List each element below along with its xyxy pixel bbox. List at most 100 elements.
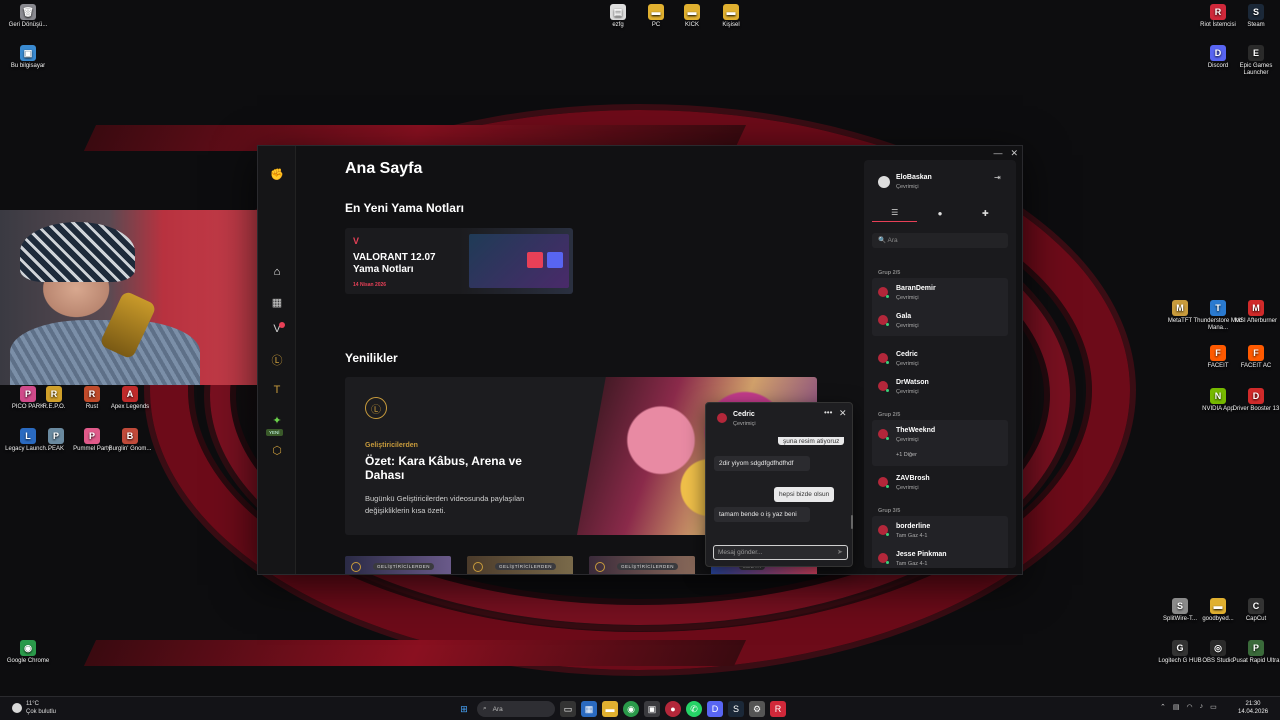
- send-icon[interactable]: ➤: [837, 548, 843, 556]
- news-description: Bugünkü Geliştiricilerden videosunda pay…: [365, 494, 525, 515]
- close-icon[interactable]: ✕: [839, 408, 847, 419]
- desktop-icon[interactable]: ▬ Kişisel: [703, 4, 759, 29]
- chevron-up-icon[interactable]: ⌃: [1160, 703, 1166, 711]
- group-label: Grup 2/5: [878, 270, 901, 276]
- patch-art-image: [469, 234, 569, 288]
- wallpaper-bar-bottom: [83, 640, 747, 666]
- tab-messages[interactable]: ●: [917, 204, 962, 222]
- friend-name: DrWatson: [896, 379, 929, 386]
- patch-notes-card[interactable]: V VALORANT 12.07 Yama Notları 14 Nisan 2…: [345, 228, 573, 294]
- group-label: Grup 2/5: [878, 412, 901, 418]
- desktop-icon[interactable]: ◉ Google Chrome: [0, 640, 56, 665]
- widgets-icon[interactable]: ▦: [581, 701, 597, 717]
- desktop-app-icon: ▬: [648, 4, 664, 20]
- volume-icon[interactable]: ♪: [1200, 703, 1204, 711]
- desktop-icon[interactable]: S Steam: [1228, 4, 1280, 29]
- desktop-icon[interactable]: C CapCut: [1228, 598, 1280, 623]
- desktop-app-icon: T: [1210, 300, 1226, 316]
- desktop-icon[interactable]: M MSI Afterburner: [1228, 300, 1280, 325]
- steam-icon[interactable]: S: [728, 701, 744, 717]
- system-tray: ⌃ ▤ ◠ ♪ ▭: [1160, 703, 1217, 711]
- network-icon[interactable]: ▤: [1173, 703, 1180, 711]
- friends-panel: EloBaskan Çevrimiçi ⇥ ☰ ● ✚ 🔍 Ara Grup 2…: [864, 160, 1016, 568]
- lol-icon[interactable]: Ⓛ: [269, 352, 285, 368]
- lol-logo-icon: [473, 562, 483, 572]
- store-icon[interactable]: ▣: [644, 701, 660, 717]
- battery-icon[interactable]: ▭: [1210, 703, 1217, 711]
- settings-icon[interactable]: ⚙: [749, 701, 765, 717]
- tab-add-friend[interactable]: ✚: [963, 204, 1008, 222]
- app-icon[interactable]: ●: [665, 701, 681, 717]
- more-options-icon[interactable]: •••: [824, 408, 832, 417]
- search-icon: ⌕: [483, 705, 487, 712]
- friends-search-input[interactable]: 🔍 Ara: [872, 233, 1008, 248]
- friend-name: TheWeeknd: [896, 427, 936, 434]
- desktop-icon[interactable]: E Epic Games Launcher: [1228, 45, 1280, 77]
- avatar: [878, 315, 889, 326]
- friend-status: Çevrimiçi: [896, 361, 919, 367]
- riot-client-icon[interactable]: R: [770, 701, 786, 717]
- chat-scrollbar[interactable]: [851, 515, 853, 529]
- my-status[interactable]: Çevrimiçi: [896, 184, 919, 190]
- desktop-icon[interactable]: ▣ Bu bilgisayar: [0, 45, 56, 70]
- desktop-icon[interactable]: D Driver Booster 13: [1228, 388, 1280, 413]
- friend-name: ZAVBrosh: [896, 475, 930, 482]
- weather-temp: 11°C: [26, 701, 39, 707]
- whatsapp-icon[interactable]: ✆: [686, 701, 702, 717]
- clock-date: 14.04.2026: [1238, 709, 1269, 716]
- group-more-members[interactable]: +1 Diğer: [896, 452, 917, 458]
- chat-contact-name: Cedric: [733, 411, 755, 418]
- task-view-icon[interactable]: ▭: [560, 701, 576, 717]
- start-icon[interactable]: ⊞: [456, 701, 472, 717]
- list-icon: ☰: [891, 208, 899, 217]
- nav-rail: ✊ ⌂ ▦ V Ⓛ T ✦ YENİ ⬡: [258, 146, 296, 574]
- news-title: Özet: Kara Kâbus, Arena ve Dahası: [365, 454, 522, 482]
- chat-message-out: şuna resim atiyoruz: [778, 437, 845, 445]
- chrome-icon[interactable]: ◉: [623, 701, 639, 717]
- riot-logo-icon[interactable]: ✊: [269, 166, 285, 182]
- discord-icon[interactable]: D: [707, 701, 723, 717]
- weather-widget[interactable]: 11°C Çok bulutlu: [12, 701, 56, 716]
- minimize-button[interactable]: —: [993, 148, 1002, 159]
- news-thumbnail[interactable]: GELİŞTİRİCİLERDEN: [467, 556, 573, 574]
- wild-rift-icon[interactable]: ⬡: [269, 442, 285, 458]
- clock[interactable]: 21:30 14.04.2026: [1238, 700, 1268, 716]
- desktop-icon[interactable]: P Pusat Rapid Ultra: [1228, 640, 1280, 665]
- tft-icon[interactable]: T: [269, 382, 285, 398]
- home-icon[interactable]: ⌂: [269, 264, 285, 280]
- avatar: [878, 477, 889, 488]
- wifi-icon[interactable]: ◠: [1187, 703, 1193, 711]
- taskbar-search[interactable]: ⌕ Ara: [477, 701, 555, 717]
- file-explorer-icon[interactable]: ▬: [602, 701, 618, 717]
- news-thumbnail[interactable]: GELİŞTİRİCİLERDEN: [589, 556, 695, 574]
- avatar[interactable]: [878, 176, 890, 188]
- close-window-button[interactable]: ✕: [1010, 148, 1018, 159]
- chat-message-input[interactable]: Mesaj gönder...: [713, 545, 848, 560]
- notification-dot: [279, 322, 285, 328]
- desktop-app-icon: R: [46, 386, 62, 402]
- news-thumbnail[interactable]: GELİŞTİRİCİLERDEN: [345, 556, 451, 574]
- avatar: [878, 553, 889, 564]
- desktop-icon[interactable]: 🗑 Geri Dönüşü...: [0, 4, 56, 29]
- desktop-icon[interactable]: A Apex Legends: [102, 386, 158, 411]
- valorant-logo-icon: V: [353, 236, 360, 246]
- 2xko-icon[interactable]: ✦: [269, 412, 285, 428]
- friend-name: Jesse Pinkman: [896, 551, 947, 558]
- patch-notes-heading: En Yeni Yama Notları: [345, 201, 464, 215]
- weather-description: Çok bulutlu: [26, 708, 57, 715]
- collapse-panel-icon[interactable]: ⇥: [994, 173, 1001, 182]
- taskbar: 11°C Çok bulutlu ⊞ ⌕ Ara ▭ ▦ ▬ ◉ ▣ ● ✆ D …: [0, 696, 1280, 720]
- avatar: [717, 413, 727, 423]
- desktop-icon[interactable]: F FACEIT AC: [1228, 345, 1280, 370]
- avatar: [878, 429, 889, 440]
- friend-status: Çevrimiçi: [896, 295, 919, 301]
- chat-message-in: tamam bende o iş yaz beni: [714, 507, 810, 523]
- webcam-overlay: [0, 210, 272, 385]
- desktop-icon[interactable]: B Burglin' Gnom...: [102, 428, 158, 453]
- library-icon[interactable]: ▦: [269, 294, 285, 310]
- desktop-app-icon: M: [1248, 300, 1264, 316]
- patch-title: VALORANT 12.07 Yama Notları: [353, 252, 436, 275]
- desktop-icon-label: Burglin' Gnom...: [108, 446, 152, 452]
- desktop-icon-label: Pusat Rapid Ultra: [1232, 658, 1280, 664]
- tab-friends-list[interactable]: ☰: [872, 204, 918, 222]
